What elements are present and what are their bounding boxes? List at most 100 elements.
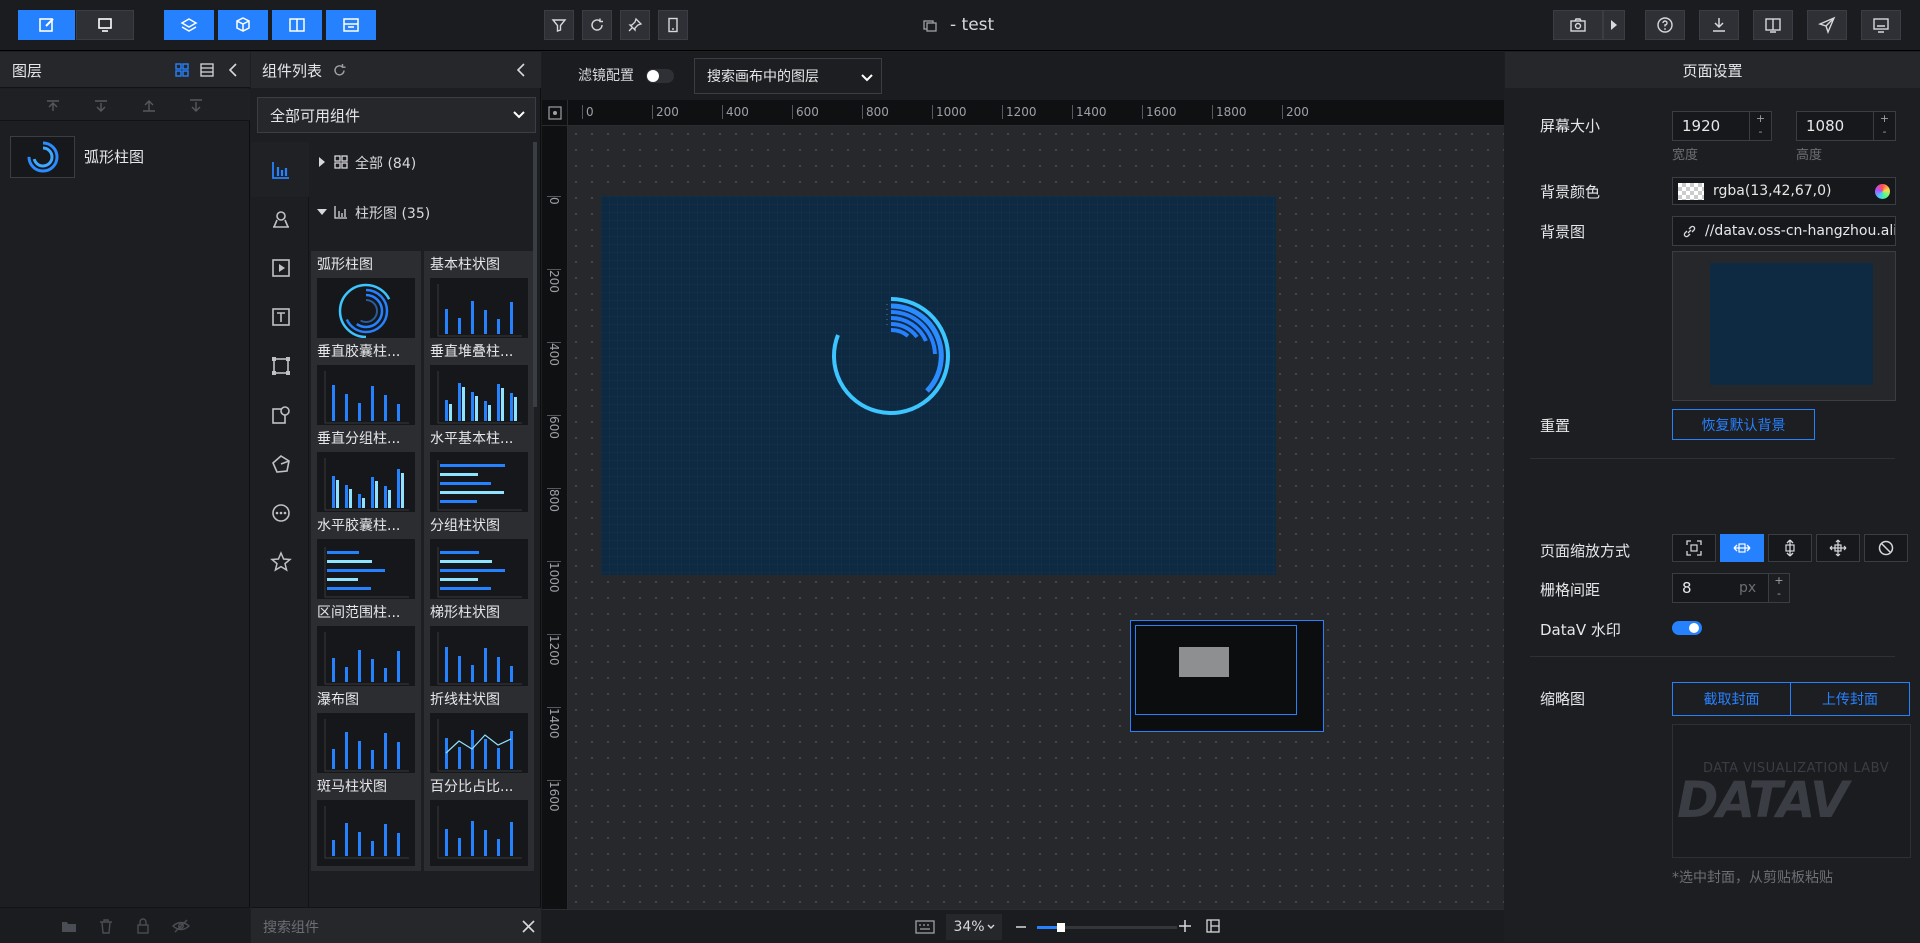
filter-button[interactable] xyxy=(544,10,574,40)
lock-icon[interactable] xyxy=(136,918,150,934)
media-category-icon[interactable] xyxy=(270,257,292,279)
component-card[interactable]: 百分比占比... xyxy=(424,773,534,871)
component-card[interactable]: 基本柱状图 xyxy=(424,251,534,349)
scale-height-button[interactable] xyxy=(1768,534,1812,562)
hide-icon[interactable] xyxy=(172,919,190,933)
toggle-layers-button[interactable] xyxy=(164,10,214,40)
zoom-out-icon[interactable] xyxy=(1015,922,1027,932)
restore-default-bg-button[interactable]: 恢复默认背景 xyxy=(1672,409,1815,440)
component-search-input[interactable]: 搜索组件 xyxy=(263,917,319,937)
components-title: 组件列表 xyxy=(262,62,323,80)
component-card[interactable]: 瀑布图 xyxy=(311,686,421,784)
component-card-label: 垂直分组柱... xyxy=(317,431,401,447)
scale-full-button[interactable] xyxy=(1672,534,1716,562)
preview-mode-button[interactable] xyxy=(76,10,134,40)
arc-bar-thumb-icon xyxy=(27,141,58,173)
collapse-left-icon[interactable] xyxy=(228,63,238,77)
refresh-button[interactable] xyxy=(582,10,612,40)
watermark-toggle[interactable] xyxy=(1672,621,1702,635)
preview-button[interactable] xyxy=(1753,10,1793,40)
text-category-icon[interactable] xyxy=(270,306,292,328)
category-bar[interactable] xyxy=(251,142,309,197)
mobile-button[interactable] xyxy=(658,10,688,40)
height-stepper[interactable]: + - xyxy=(1873,112,1895,140)
scale-none-button[interactable] xyxy=(1864,534,1908,562)
pin-button[interactable] xyxy=(620,10,650,40)
zoom-in-icon[interactable] xyxy=(1178,919,1192,933)
bg-image-preview[interactable] xyxy=(1672,251,1896,401)
scrollbar-thumb[interactable] xyxy=(533,142,537,407)
snapshot-menu-button[interactable] xyxy=(1603,10,1625,40)
component-card[interactable]: 分组柱状图 xyxy=(424,512,534,610)
canvas-workspace[interactable] xyxy=(568,126,1504,909)
ruler-x-tick: 1000 xyxy=(932,105,967,119)
component-card[interactable]: 垂直胶囊柱... xyxy=(311,338,421,436)
material-category-icon[interactable] xyxy=(270,453,292,475)
upload-cover-button[interactable]: 上传封面 xyxy=(1790,682,1910,716)
component-card[interactable]: 垂直堆叠柱... xyxy=(424,338,534,436)
component-card[interactable]: 水平基本柱... xyxy=(424,425,534,523)
width-stepper[interactable]: + - xyxy=(1749,112,1771,140)
fit-screen-icon[interactable] xyxy=(1206,919,1220,933)
component-card[interactable]: 梯形柱状图 xyxy=(424,599,534,697)
publish-button[interactable] xyxy=(1807,10,1847,40)
cover-preview[interactable]: DATA VISUALIZATION LABV DATAV xyxy=(1672,724,1911,858)
favorite-category-icon[interactable] xyxy=(270,551,292,573)
toggle-components-button[interactable] xyxy=(218,10,268,40)
screen-canvas[interactable] xyxy=(601,196,1276,575)
component-card[interactable]: 折线柱状图 xyxy=(424,686,534,784)
color-picker-icon[interactable] xyxy=(1875,184,1890,199)
bg-color-input[interactable]: rgba(13,42,67,0) xyxy=(1672,177,1896,205)
shape-category-icon[interactable] xyxy=(270,355,292,377)
grid-spacing-input[interactable]: 8 px + - xyxy=(1672,573,1790,603)
component-filter-select[interactable]: 全部可用组件 xyxy=(257,97,536,133)
grid-view-icon[interactable] xyxy=(175,63,189,77)
trash-icon[interactable] xyxy=(99,918,113,934)
edit-mode-button[interactable] xyxy=(18,10,76,40)
component-card-thumbnail xyxy=(317,452,415,518)
zoom-slider-track[interactable] xyxy=(1037,923,1177,932)
snapshot-button[interactable] xyxy=(1553,10,1603,40)
keyboard-icon[interactable] xyxy=(915,920,935,934)
tree-node-bar[interactable]: 柱形图 (35) xyxy=(310,192,532,232)
component-card[interactable]: 区间范围柱... xyxy=(311,599,421,697)
component-card[interactable]: 垂直分组柱... xyxy=(311,425,421,523)
toggle-toolbox-button[interactable] xyxy=(326,10,376,40)
grid-spacing-stepper[interactable]: + - xyxy=(1768,573,1790,603)
canvas-minimap[interactable] xyxy=(1130,620,1324,732)
tree-node-all[interactable]: 全部 (84) xyxy=(310,142,532,182)
arc-bar-chart-widget[interactable] xyxy=(826,291,956,421)
screen-height-input[interactable]: 1080 + - xyxy=(1796,111,1896,141)
folder-icon[interactable] xyxy=(61,919,77,933)
other-category-icon[interactable] xyxy=(270,502,292,524)
screen-width-input[interactable]: 1920 + - xyxy=(1672,111,1772,141)
close-icon[interactable] xyxy=(522,920,535,933)
component-card[interactable]: 弧形柱图 xyxy=(311,251,421,349)
component-card[interactable]: 水平胶囊柱... xyxy=(311,512,421,610)
scale-width-button[interactable] xyxy=(1720,534,1764,562)
refresh-icon[interactable] xyxy=(332,63,347,78)
move-to-top-icon[interactable] xyxy=(45,98,61,112)
map-category-icon[interactable] xyxy=(270,208,292,230)
zoom-slider-handle[interactable] xyxy=(1057,923,1065,932)
toggle-config-button[interactable] xyxy=(272,10,322,40)
move-to-bottom-icon[interactable] xyxy=(93,98,109,112)
zoom-select[interactable]: 34% xyxy=(946,914,1002,940)
collapse-left-icon[interactable] xyxy=(516,63,526,77)
move-down-icon[interactable] xyxy=(188,98,204,112)
ruler-corner[interactable] xyxy=(542,100,568,126)
chevron-down-icon xyxy=(861,74,873,82)
screen-button[interactable] xyxy=(1861,10,1901,40)
move-up-icon[interactable] xyxy=(141,98,157,112)
component-card[interactable]: 斑马柱状图 xyxy=(311,773,421,871)
download-button[interactable] xyxy=(1699,10,1739,40)
interaction-category-icon[interactable] xyxy=(270,404,292,426)
capture-cover-button[interactable]: 截取封面 xyxy=(1672,682,1791,716)
list-view-icon[interactable] xyxy=(200,63,214,77)
layer-item[interactable]: 弧形柱图 xyxy=(0,132,250,182)
scale-stretch-button[interactable] xyxy=(1816,534,1860,562)
help-button[interactable] xyxy=(1645,10,1685,40)
bg-image-url-input[interactable]: //datav.oss-cn-hangzhou.aliyun xyxy=(1672,216,1896,246)
layer-search-select[interactable]: 搜索画布中的图层 xyxy=(694,58,882,94)
filter-toggle[interactable] xyxy=(646,69,674,83)
